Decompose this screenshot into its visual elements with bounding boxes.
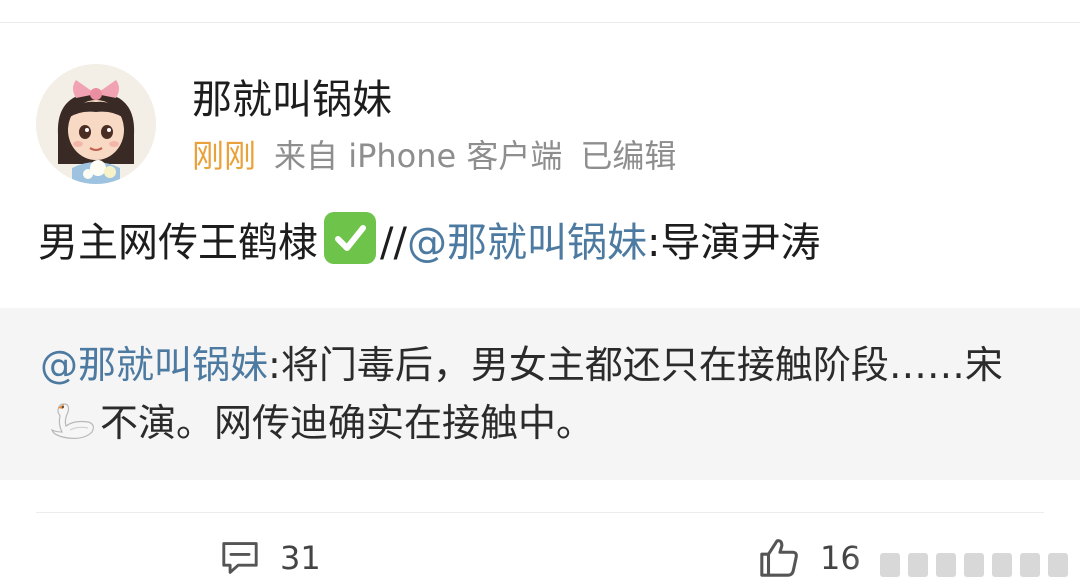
post-time: 刚刚 bbox=[192, 137, 257, 175]
thumbs-up-icon bbox=[760, 539, 798, 577]
watermark-logo-icon bbox=[880, 553, 1068, 577]
check-mark-icon bbox=[324, 212, 376, 264]
repost-mention-link[interactable]: @那就叫锅妹 bbox=[40, 343, 268, 387]
like-button[interactable]: 16 bbox=[758, 532, 861, 584]
post-meta: 刚刚 来自 iPhone 客户端 已编辑 bbox=[192, 134, 676, 178]
avatar-image bbox=[36, 64, 156, 184]
bottom-divider bbox=[36, 512, 1044, 513]
comment-count: 31 bbox=[280, 539, 321, 577]
edited-label: 已编辑 bbox=[580, 137, 677, 175]
repost-text: @那就叫锅妹:将门毒后，男女主都还只在接触阶段……宋不演。网传迪确实在接触中。 bbox=[40, 336, 1050, 452]
swan-icon bbox=[44, 400, 96, 440]
repost-text-part2: 不演。网传迪确实在接触中。 bbox=[100, 401, 595, 445]
post-text-main: 男主网传王鹤棣 bbox=[38, 220, 318, 266]
post-text: 男主网传王鹤棣 //@那就叫锅妹:导演尹涛 bbox=[38, 212, 820, 273]
repost-block[interactable]: @那就叫锅妹:将门毒后，男女主都还只在接触阶段……宋不演。网传迪确实在接触中。 bbox=[0, 308, 1080, 480]
mention-link[interactable]: @那就叫锅妹 bbox=[407, 220, 647, 266]
repost-separator: // bbox=[380, 220, 407, 266]
comment-icon bbox=[222, 542, 258, 574]
top-divider bbox=[0, 22, 1080, 23]
username[interactable]: 那就叫锅妹 bbox=[192, 74, 392, 126]
comment-button[interactable]: 31 bbox=[220, 532, 321, 584]
watermark-overlay bbox=[850, 545, 1080, 585]
avatar[interactable] bbox=[36, 64, 156, 184]
repost-text-part1: :将门毒后，男女主都还只在接触阶段……宋 bbox=[268, 343, 1003, 387]
post-text-tail: :导演尹涛 bbox=[646, 220, 821, 266]
post-source: 来自 iPhone 客户端 bbox=[274, 137, 563, 175]
